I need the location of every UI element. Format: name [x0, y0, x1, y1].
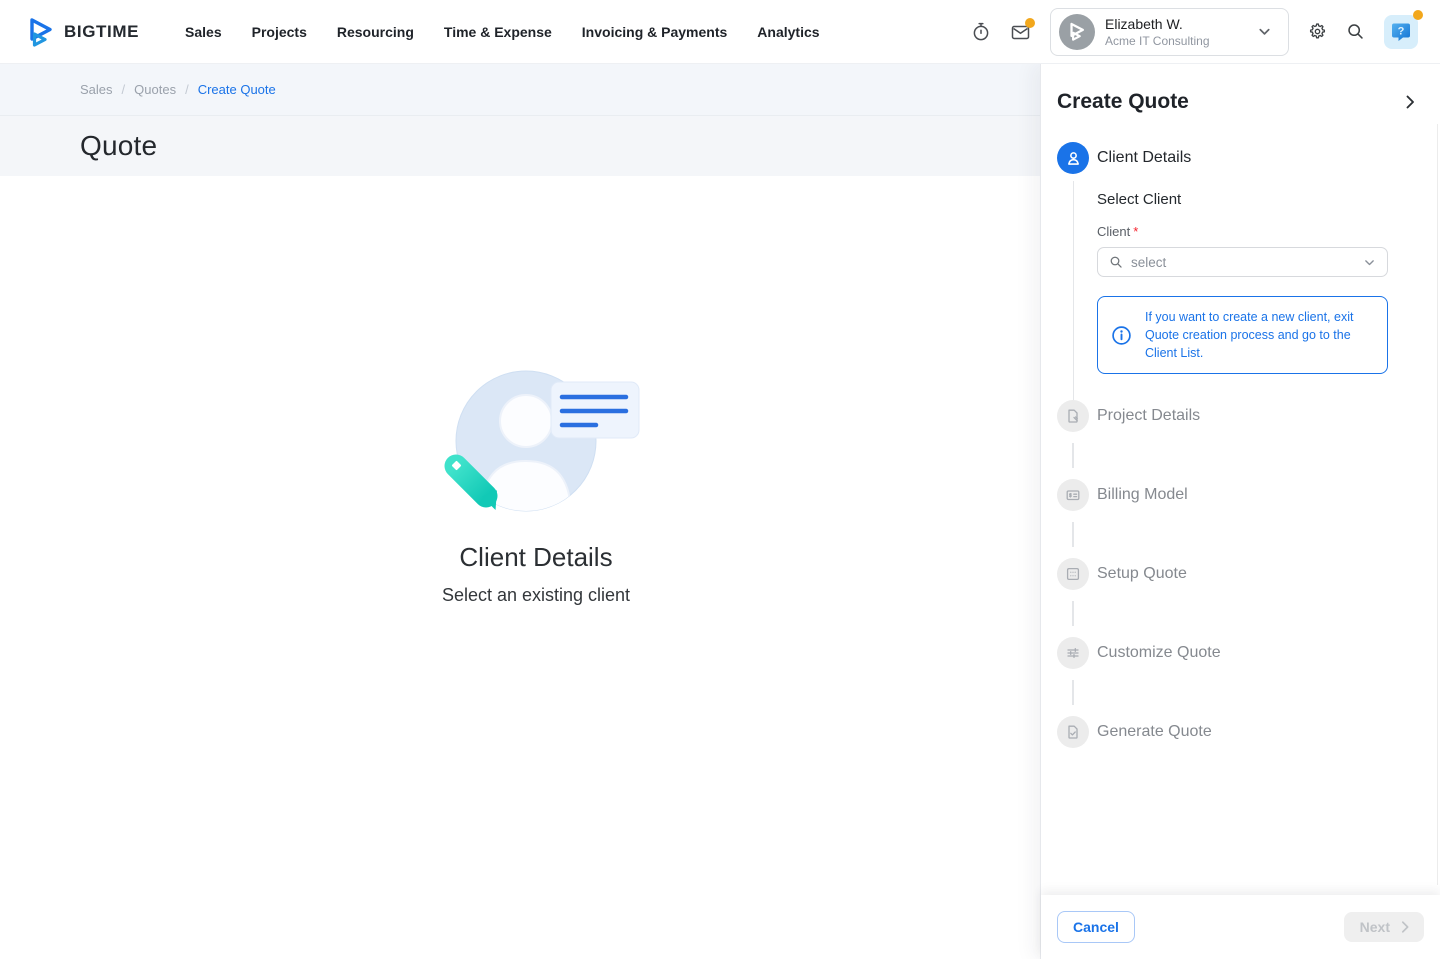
main-content: Client Details Select an existing client — [0, 176, 1040, 959]
step-client-details[interactable]: Client Details — [1057, 142, 1440, 174]
panel-footer: Cancel Next — [1041, 895, 1440, 959]
next-chevron-right-icon — [1398, 920, 1412, 934]
step-label: Client Details — [1097, 149, 1191, 167]
step-setup-quote: Setup Quote — [1057, 558, 1440, 590]
top-nav: BIGTIME Sales Projects Resourcing Time &… — [0, 0, 1440, 64]
chevron-down-icon — [1257, 24, 1272, 39]
nav-item-projects[interactable]: Projects — [252, 24, 307, 40]
empty-state-subheading: Select an existing client — [442, 585, 630, 606]
new-client-info-box: If you want to create a new client, exit… — [1097, 296, 1388, 374]
breadcrumb-separator: / — [122, 82, 126, 97]
step-label: Setup Quote — [1097, 565, 1187, 583]
required-asterisk: * — [1133, 224, 1138, 239]
panel-scrollbar[interactable] — [1437, 124, 1439, 885]
main-nav: Sales Projects Resourcing Time & Expense… — [185, 24, 820, 40]
nav-item-sales[interactable]: Sales — [185, 24, 222, 40]
help-glyph: ? — [1398, 25, 1405, 37]
file-edit-icon — [1065, 408, 1081, 424]
bigtime-logo[interactable]: BIGTIME — [28, 17, 139, 47]
step-label: Generate Quote — [1097, 723, 1212, 741]
generate-quote-step-circle — [1057, 716, 1089, 748]
select-search-icon — [1109, 255, 1123, 269]
empty-state: Client Details Select an existing client — [426, 366, 646, 959]
billing-card-icon — [1065, 487, 1081, 503]
help-button[interactable]: ? — [1384, 15, 1418, 49]
breadcrumb-create-quote: Create Quote — [198, 82, 276, 97]
settings-button[interactable] — [1308, 22, 1327, 41]
timer-button[interactable] — [971, 21, 991, 42]
customize-quote-step-circle — [1057, 637, 1089, 669]
inbox-notification-dot — [1025, 18, 1035, 28]
client-details-illustration — [426, 366, 646, 516]
info-icon — [1111, 325, 1132, 346]
stopwatch-icon — [971, 21, 991, 42]
search-icon — [1346, 22, 1365, 41]
avatar — [1059, 14, 1095, 50]
step-connector — [1072, 522, 1074, 547]
sliders-icon — [1065, 645, 1081, 661]
brand-name: BIGTIME — [64, 22, 139, 42]
setup-quote-step-circle — [1057, 558, 1089, 590]
client-details-form: Select Client Client* select — [1097, 191, 1388, 400]
file-check-icon — [1065, 724, 1081, 740]
empty-state-heading: Client Details — [459, 542, 612, 573]
step-billing-model: Billing Model — [1057, 479, 1440, 511]
help-notification-dot — [1413, 10, 1423, 20]
client-select-placeholder: select — [1131, 255, 1166, 270]
topnav-right: Elizabeth W. Acme IT Consulting — [971, 8, 1418, 56]
select-chevron-down-icon — [1363, 256, 1376, 269]
panel-header: Create Quote — [1041, 64, 1440, 114]
page-title: Quote — [80, 130, 157, 162]
next-button[interactable]: Next — [1344, 912, 1424, 942]
panel-steps: Client Details Select Client Client* sel… — [1041, 114, 1440, 895]
cancel-button[interactable]: Cancel — [1057, 911, 1135, 943]
bigtime-logo-icon — [28, 17, 55, 47]
step-project-details: Project Details — [1057, 400, 1440, 432]
client-field-label: Client* — [1097, 224, 1388, 239]
help-chat-bubble-icon: ? — [1390, 21, 1412, 43]
step-connector — [1072, 443, 1074, 468]
nav-item-resourcing[interactable]: Resourcing — [337, 24, 414, 40]
create-quote-panel: Create Quote Client Details — [1040, 64, 1440, 959]
next-button-label: Next — [1360, 919, 1390, 935]
step-generate-quote: Generate Quote — [1057, 716, 1440, 748]
user-organization: Acme IT Consulting — [1105, 34, 1233, 48]
grid-icon — [1065, 566, 1081, 582]
gear-icon — [1308, 22, 1327, 41]
step-connector — [1072, 680, 1074, 705]
user-texts: Elizabeth W. Acme IT Consulting — [1105, 16, 1233, 48]
breadcrumb-sales[interactable]: Sales — [80, 82, 113, 97]
user-menu[interactable]: Elizabeth W. Acme IT Consulting — [1050, 8, 1289, 56]
client-label-text: Client — [1097, 224, 1130, 239]
panel-title: Create Quote — [1057, 90, 1189, 114]
nav-item-analytics[interactable]: Analytics — [757, 24, 819, 40]
project-details-step-circle — [1057, 400, 1089, 432]
chevron-right-icon — [1402, 94, 1418, 110]
breadcrumb-separator: / — [185, 82, 189, 97]
search-button[interactable] — [1346, 22, 1365, 41]
billing-model-step-circle — [1057, 479, 1089, 511]
step-label: Billing Model — [1097, 486, 1188, 504]
user-icon — [1065, 150, 1082, 167]
step-label: Project Details — [1097, 407, 1200, 425]
new-client-info-text: If you want to create a new client, exit… — [1145, 308, 1374, 362]
step-connector — [1072, 601, 1074, 626]
nav-item-time-expense[interactable]: Time & Expense — [444, 24, 552, 40]
user-name: Elizabeth W. — [1105, 16, 1233, 32]
breadcrumb-quotes[interactable]: Quotes — [134, 82, 176, 97]
step-customize-quote: Customize Quote — [1057, 637, 1440, 669]
step-label: Customize Quote — [1097, 644, 1221, 662]
nav-item-invoicing-payments[interactable]: Invoicing & Payments — [582, 24, 727, 40]
select-client-title: Select Client — [1097, 191, 1388, 208]
collapse-panel-button[interactable] — [1402, 94, 1418, 110]
inbox-button[interactable] — [1010, 22, 1031, 42]
client-select[interactable]: select — [1097, 247, 1388, 277]
client-details-step-circle — [1057, 142, 1089, 174]
